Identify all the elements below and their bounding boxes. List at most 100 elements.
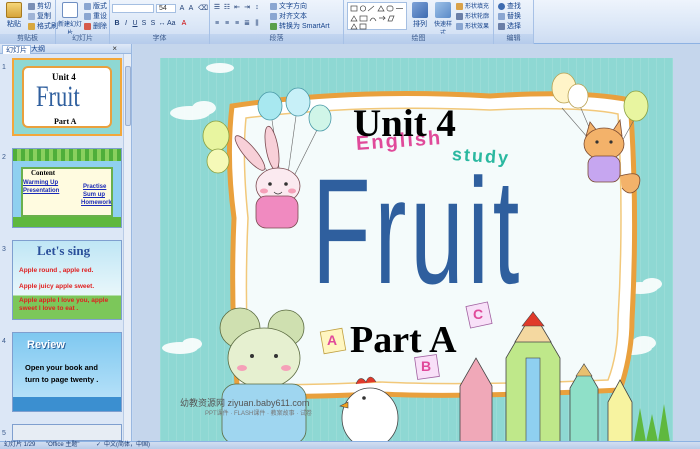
copy-icon [28,12,35,20]
tab-outline[interactable]: 大纲 [28,45,48,54]
balloon [285,87,311,117]
thumb-line: turn to page twenty . [25,375,99,384]
watermark-subtext: PPT课件 · FLASH课件 · 教案故事 · 试卷 [205,411,313,417]
bold-icon[interactable]: B [113,20,121,28]
align-center-icon[interactable]: ≡ [223,20,231,28]
decrease-indent-icon[interactable]: ⇤ [233,4,241,12]
thumb-number: 2 [2,154,6,161]
strikethrough-icon[interactable]: S [140,20,148,28]
delete-icon [84,22,91,30]
quick-styles-button[interactable]: 快速样式 [432,2,454,37]
language-status[interactable]: 中文(简体，中国) [104,442,150,449]
thumb-part: Part A [54,117,77,126]
paragraph-group: ☰ ☷ ⇤ ⇥ ↕ ≡ ≡ ≡ ≣ ⫼ 文字方向 对齐文本 转换为 SmartA… [210,0,344,44]
justify-icon[interactable]: ≣ [243,20,251,28]
new-slide-button[interactable]: 新建幻灯片 [57,2,83,37]
slide-canvas[interactable]: English study Unit 4 Fruit Part A A B C … [160,58,673,442]
copy-button[interactable]: 复制 [28,12,51,21]
panel-scrollbar[interactable] [123,54,131,441]
shrink-font-icon[interactable]: A [187,5,195,13]
slide-thumb-2[interactable]: Content Warming Up Presentation Practise… [12,148,122,228]
find-button[interactable]: 查找 [498,2,521,11]
arrange-icon [412,2,428,18]
reset-button[interactable]: 重设 [84,12,107,21]
font-color-icon[interactable]: A [180,20,188,28]
shadow-icon[interactable]: S [149,20,157,28]
italic-icon[interactable]: I [122,20,130,28]
mouse-illustration [219,307,307,442]
scissors-icon [28,2,35,10]
block-b-letter: B [421,358,432,374]
cut-button[interactable]: 剪切 [28,2,51,11]
slide-thumb-5[interactable] [12,424,122,441]
balloon [623,90,649,122]
clipboard-label: 剪贴板 [0,34,55,44]
shape-effects-button[interactable]: 形状效果 [456,22,489,31]
char-spacing-icon[interactable]: ↔ [158,20,166,28]
shapes-icon [350,5,403,30]
slides-group: 新建幻灯片 版式 重设 删除 幻灯片 [56,0,110,44]
change-case-icon[interactable]: Aa [167,20,176,28]
slide-title[interactable]: Fruit [312,156,523,306]
part-heading[interactable]: Part A [350,320,457,360]
spellcheck-icon[interactable]: ✓ [96,442,101,449]
slide-thumb-1[interactable]: Unit 4 Fruit Part A [12,58,122,136]
smartart-button[interactable]: 转换为 SmartArt [270,22,330,31]
bamboo-decoration [13,149,121,161]
pen-icon [456,12,463,20]
scrollbar-thumb[interactable] [125,66,131,126]
paste-button[interactable]: 粘贴 [2,2,26,29]
font-name-combo[interactable] [112,4,154,13]
thumb-heading: Content [31,169,56,177]
shape-outline-button[interactable]: 形状轮廓 [456,12,489,21]
slide-count-status: 幻灯片 1/29 [4,442,36,448]
slides-label: 幻灯片 [56,34,109,44]
format-painter-button[interactable]: 格式刷 [28,22,58,31]
grow-font-icon[interactable]: A [178,5,186,13]
thumb-heading: Let's sing [37,243,91,258]
brush-icon [28,22,35,30]
font-size-combo[interactable]: 54 [156,4,176,13]
cursor-icon [498,22,505,30]
underline-icon[interactable]: U [131,20,139,28]
align-left-icon[interactable]: ≡ [213,20,221,28]
ribbon: 粘贴 剪切 复制 格式刷 剪贴板 新建幻灯片 版式 重设 删除 幻灯片 54 A… [0,0,700,44]
thumb-line: Apple juicy apple sweet. [19,283,95,290]
replace-icon [498,12,505,20]
balloon [202,120,230,152]
text-direction-button[interactable]: 文字方向 [270,2,307,11]
align-text-icon [270,12,277,20]
balloon [567,83,589,109]
numbering-icon[interactable]: ☷ [223,4,231,12]
thumb-number: 3 [2,246,6,253]
theme-status: "Office 主题" [46,442,80,448]
unit-heading[interactable]: Unit 4 [353,104,456,144]
tab-slides[interactable]: 幻灯片 [2,45,31,54]
panel-tabs: 幻灯片 大纲 × [0,44,131,54]
shapes-gallery[interactable] [347,2,407,30]
select-button[interactable]: 选择 [498,22,521,31]
search-icon [498,2,505,10]
layout-button[interactable]: 版式 [84,2,107,11]
layout-icon [84,2,91,10]
close-icon[interactable]: × [112,44,117,53]
shape-fill-button[interactable]: 形状填充 [456,2,489,11]
clear-format-icon[interactable]: ⌫ [198,5,208,13]
thumb-heading: Review [27,339,65,351]
reset-icon [84,12,91,20]
replace-button[interactable]: 替换 [498,12,521,21]
align-text-button[interactable]: 对齐文本 [270,12,307,21]
slide-thumb-3[interactable]: Let's sing Apple round , apple red. Appl… [12,240,122,320]
slide-thumb-4[interactable]: Review Open your book and turn to page t… [12,332,122,412]
quick-styles-icon [435,2,451,18]
slides-panel: 幻灯片 大纲 × 1 Unit 4 Fruit Part A 2 Content… [0,44,132,441]
block-c-letter: C [473,306,484,322]
line-spacing-icon[interactable]: ↕ [253,4,261,12]
delete-slide-button[interactable]: 删除 [84,22,107,31]
columns-icon[interactable]: ⫼ [253,20,261,28]
bullets-icon[interactable]: ☰ [213,4,221,12]
thumb-number: 4 [2,338,6,345]
align-right-icon[interactable]: ≡ [233,20,241,28]
increase-indent-icon[interactable]: ⇥ [243,4,251,12]
arrange-button[interactable]: 排列 [410,2,430,29]
